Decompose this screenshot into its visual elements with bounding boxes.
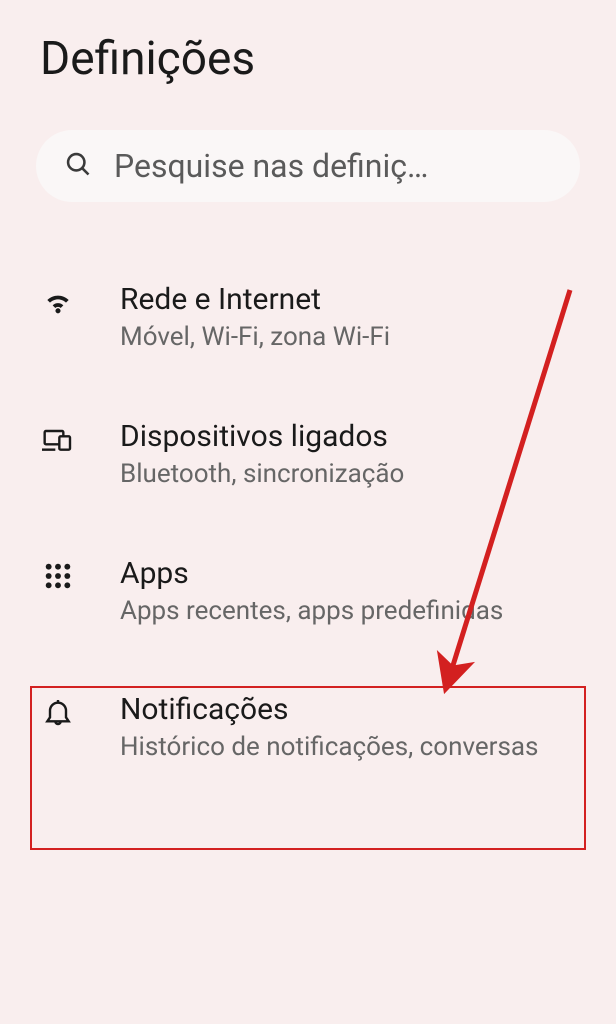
item-title: Dispositivos ligados (120, 419, 580, 454)
settings-list: Rede e Internet Móvel, Wi-Fi, zona Wi-Fi… (0, 250, 616, 797)
search-icon (64, 150, 92, 182)
apps-grid-icon (36, 560, 80, 592)
wifi-icon (36, 286, 80, 318)
settings-item-connected-devices[interactable]: Dispositivos ligados Bluetooth, sincroni… (0, 387, 616, 524)
devices-icon (36, 423, 80, 455)
item-title: Rede e Internet (120, 282, 580, 317)
item-subtitle: Apps recentes, apps predefinidas (120, 595, 580, 629)
settings-item-network[interactable]: Rede e Internet Móvel, Wi-Fi, zona Wi-Fi (0, 250, 616, 387)
settings-item-notifications[interactable]: Notificações Histórico de notificações, … (0, 660, 616, 797)
item-title: Apps (120, 556, 580, 591)
item-subtitle: Histórico de notificações, conversas (120, 731, 580, 765)
settings-item-apps[interactable]: Apps Apps recentes, apps predefinidas (0, 524, 616, 661)
page-title: Definições (0, 0, 616, 114)
search-bar[interactable]: Pesquise nas definiç… (36, 130, 580, 202)
item-subtitle: Bluetooth, sincronização (120, 458, 580, 492)
bell-icon (36, 696, 80, 728)
search-placeholder: Pesquise nas definiç… (114, 147, 428, 185)
item-subtitle: Móvel, Wi-Fi, zona Wi-Fi (120, 321, 580, 355)
item-title: Notificações (120, 692, 580, 727)
